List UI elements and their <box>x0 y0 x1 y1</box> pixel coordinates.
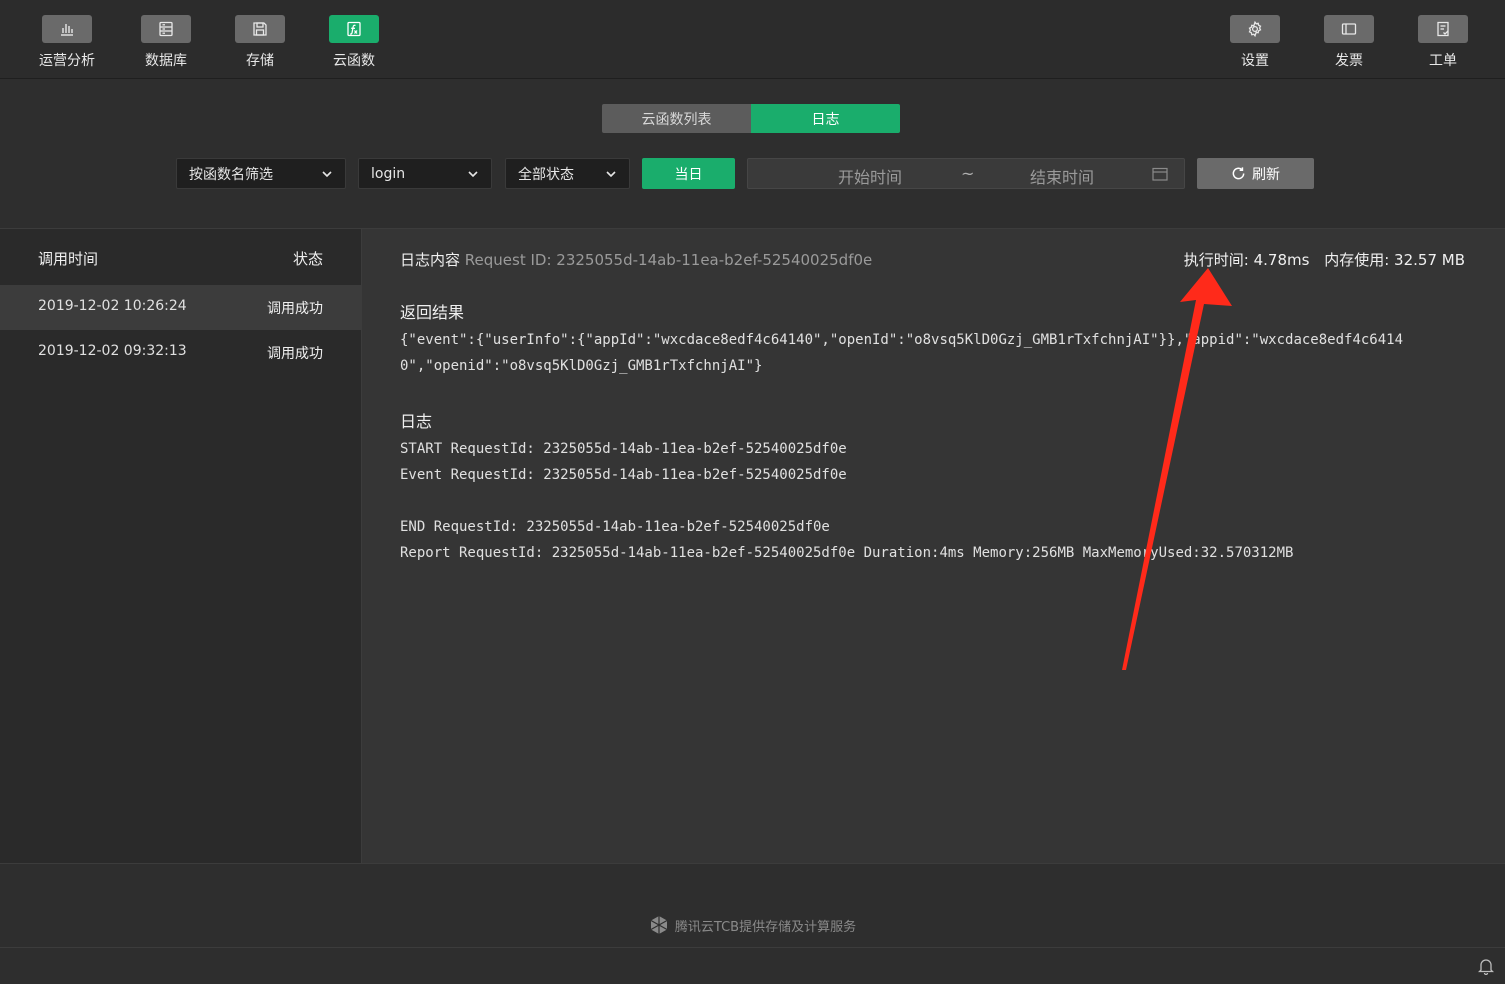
function-filter-dropdown[interactable]: 按函数名筛选 <box>176 158 346 189</box>
toolbar-analytics-label: 运营分析 <box>39 53 95 69</box>
invoice-icon <box>1324 15 1374 43</box>
function-icon <box>329 15 379 43</box>
refresh-icon <box>1232 167 1245 180</box>
execution-time: 执行时间: 4.78ms <box>1183 251 1310 269</box>
database-icon <box>141 15 191 43</box>
toolbar-cloud-function-label: 云函数 <box>333 53 375 69</box>
log-content-title: 日志内容 <box>400 251 461 269</box>
toolbar-settings-button[interactable]: 设置 <box>1210 15 1300 70</box>
toolbar-database-label: 数据库 <box>145 53 187 69</box>
top-toolbar: 运营分析 数据库 存储 云函数 设置 发票 工单 <box>0 0 1505 79</box>
tab-function-list[interactable]: 云函数列表 <box>602 104 751 133</box>
range-separator: ~ <box>961 164 975 183</box>
status-dropdown[interactable]: 全部状态 <box>505 158 630 189</box>
log-line: Report RequestId: 2325055d-14ab-11ea-b2e… <box>400 545 1294 561</box>
toolbar-invoice-label: 发票 <box>1335 53 1363 69</box>
save-icon <box>235 15 285 43</box>
toolbar-storage-button[interactable]: 存储 <box>215 15 305 70</box>
toolbar-ticket-label: 工单 <box>1429 53 1457 69</box>
toolbar-analytics-button[interactable]: 运营分析 <box>22 15 112 70</box>
log-line: Event RequestId: 2325055d-14ab-11ea-b2ef… <box>400 467 847 483</box>
function-name-value: login <box>371 165 406 182</box>
invocation-time: 2019-12-02 09:32:13 <box>38 343 187 359</box>
toolbar-ticket-button[interactable]: 工单 <box>1398 15 1488 70</box>
tencent-cloud-logo-icon <box>650 916 668 934</box>
calendar-icon[interactable] <box>1152 167 1168 181</box>
toolbar-database-button[interactable]: 数据库 <box>121 15 211 70</box>
chevron-down-icon <box>606 171 616 178</box>
result-section-title: 返回结果 <box>400 303 465 322</box>
toolbar-cloud-function-button[interactable]: 云函数 <box>309 15 399 70</box>
invocation-status: 调用成功 <box>267 301 323 317</box>
result-line-2: 0","openid":"o8vsq5KlD0Gzj_GMB1rTxfchnjA… <box>400 358 763 374</box>
column-header-status: 状态 <box>292 250 323 268</box>
log-line: START RequestId: 2325055d-14ab-11ea-b2ef… <box>400 441 847 457</box>
log-section-title: 日志 <box>400 412 433 431</box>
log-detail-panel: 日志内容 Request ID: 2325055d-14ab-11ea-b2ef… <box>362 228 1505 863</box>
log-line: END RequestId: 2325055d-14ab-11ea-b2ef-5… <box>400 519 830 535</box>
footer-divider <box>0 863 1505 864</box>
footer-text: 腾讯云TCB提供存储及计算服务 <box>674 919 857 935</box>
execution-stats: 执行时间: 4.78ms 内存使用: 32.57 MB <box>1184 249 1465 270</box>
function-name-dropdown[interactable]: login <box>358 158 492 189</box>
invocation-time: 2019-12-02 10:26:24 <box>38 298 187 314</box>
statusbar-divider <box>0 947 1505 948</box>
function-filter-label: 按函数名筛选 <box>189 166 273 183</box>
refresh-label: 刷新 <box>1252 166 1280 183</box>
invocation-list-header: 调用时间 状态 <box>0 229 361 285</box>
refresh-button[interactable]: 刷新 <box>1197 158 1314 189</box>
view-tabs: 云函数列表 日志 <box>602 104 900 133</box>
chevron-down-icon <box>322 171 332 178</box>
gear-icon <box>1230 15 1280 43</box>
today-button[interactable]: 当日 <box>642 158 735 189</box>
request-id: Request ID: 2325055d-14ab-11ea-b2ef-5254… <box>464 251 873 269</box>
status-value: 全部状态 <box>518 166 574 183</box>
toolbar-storage-label: 存储 <box>246 53 274 69</box>
chevron-down-icon <box>468 171 478 178</box>
start-time-input[interactable]: 开始时间 <box>838 164 902 188</box>
invocation-list: 调用时间 状态 2019-12-02 10:26:24 调用成功 2019-12… <box>0 228 362 863</box>
ticket-icon <box>1418 15 1468 43</box>
list-item[interactable]: 2019-12-02 10:26:24 调用成功 <box>0 285 361 330</box>
end-time-input[interactable]: 结束时间 <box>1030 164 1094 188</box>
memory-usage: 内存使用: 32.57 MB <box>1324 251 1465 269</box>
invocation-status: 调用成功 <box>267 346 323 362</box>
tab-log[interactable]: 日志 <box>751 104 900 133</box>
toolbar-invoice-button[interactable]: 发票 <box>1304 15 1394 70</box>
bell-icon[interactable] <box>1478 957 1494 975</box>
result-line-1: {"event":{"userInfo":{"appId":"wxcdace8e… <box>400 332 1404 348</box>
footer: 腾讯云TCB提供存储及计算服务 <box>0 915 1505 935</box>
date-range-picker[interactable]: 开始时间 ~ 结束时间 <box>747 158 1185 189</box>
log-detail-header: 日志内容 Request ID: 2325055d-14ab-11ea-b2ef… <box>400 249 872 270</box>
column-header-time: 调用时间 <box>38 250 99 268</box>
toolbar-settings-label: 设置 <box>1241 53 1269 69</box>
list-item[interactable]: 2019-12-02 09:32:13 调用成功 <box>0 330 361 375</box>
bar-chart-icon <box>42 15 92 43</box>
